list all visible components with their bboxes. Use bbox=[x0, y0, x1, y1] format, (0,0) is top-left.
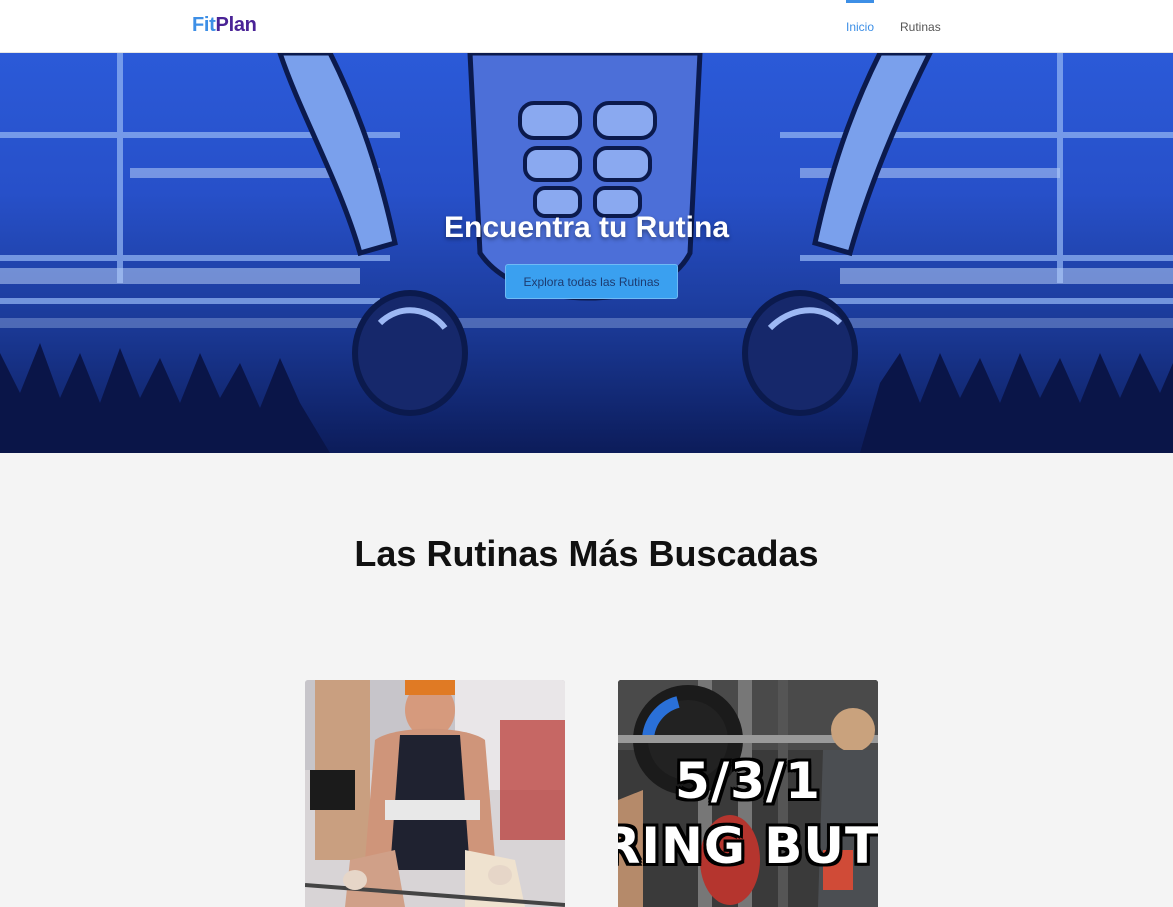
card-531-subtitle: ORING BUT B bbox=[618, 817, 878, 875]
active-indicator bbox=[846, 0, 874, 3]
hero-title: Encuentra tu Rutina bbox=[443, 211, 729, 244]
brand-logo[interactable]: FitPlan bbox=[192, 14, 257, 37]
nav-link-inicio[interactable]: Inicio bbox=[846, 0, 875, 34]
navbar: FitPlan Inicio Rutinas bbox=[0, 0, 1173, 53]
section-title: Las Rutinas Más Buscadas bbox=[354, 533, 819, 574]
card-531-title: 5/3/1 bbox=[675, 752, 821, 810]
routine-card-powerlifting[interactable] bbox=[305, 680, 565, 907]
nav-link-inicio-label: Inicio bbox=[846, 20, 875, 34]
hero-banner: Encuentra tu Rutina Explora todas las Ru… bbox=[0, 53, 1173, 453]
nav-link-rutinas[interactable]: Rutinas bbox=[900, 20, 941, 34]
powerlifter-image bbox=[305, 680, 565, 907]
brand-fit-text: Fit bbox=[192, 14, 216, 36]
brand-plan-text: Plan bbox=[215, 14, 257, 36]
routine-card-531[interactable]: 5/3/1 ORING BUT B bbox=[618, 680, 878, 907]
explore-routines-button[interactable]: Explora todas las Rutinas bbox=[505, 264, 678, 299]
hero-background-illustration bbox=[0, 53, 1173, 453]
